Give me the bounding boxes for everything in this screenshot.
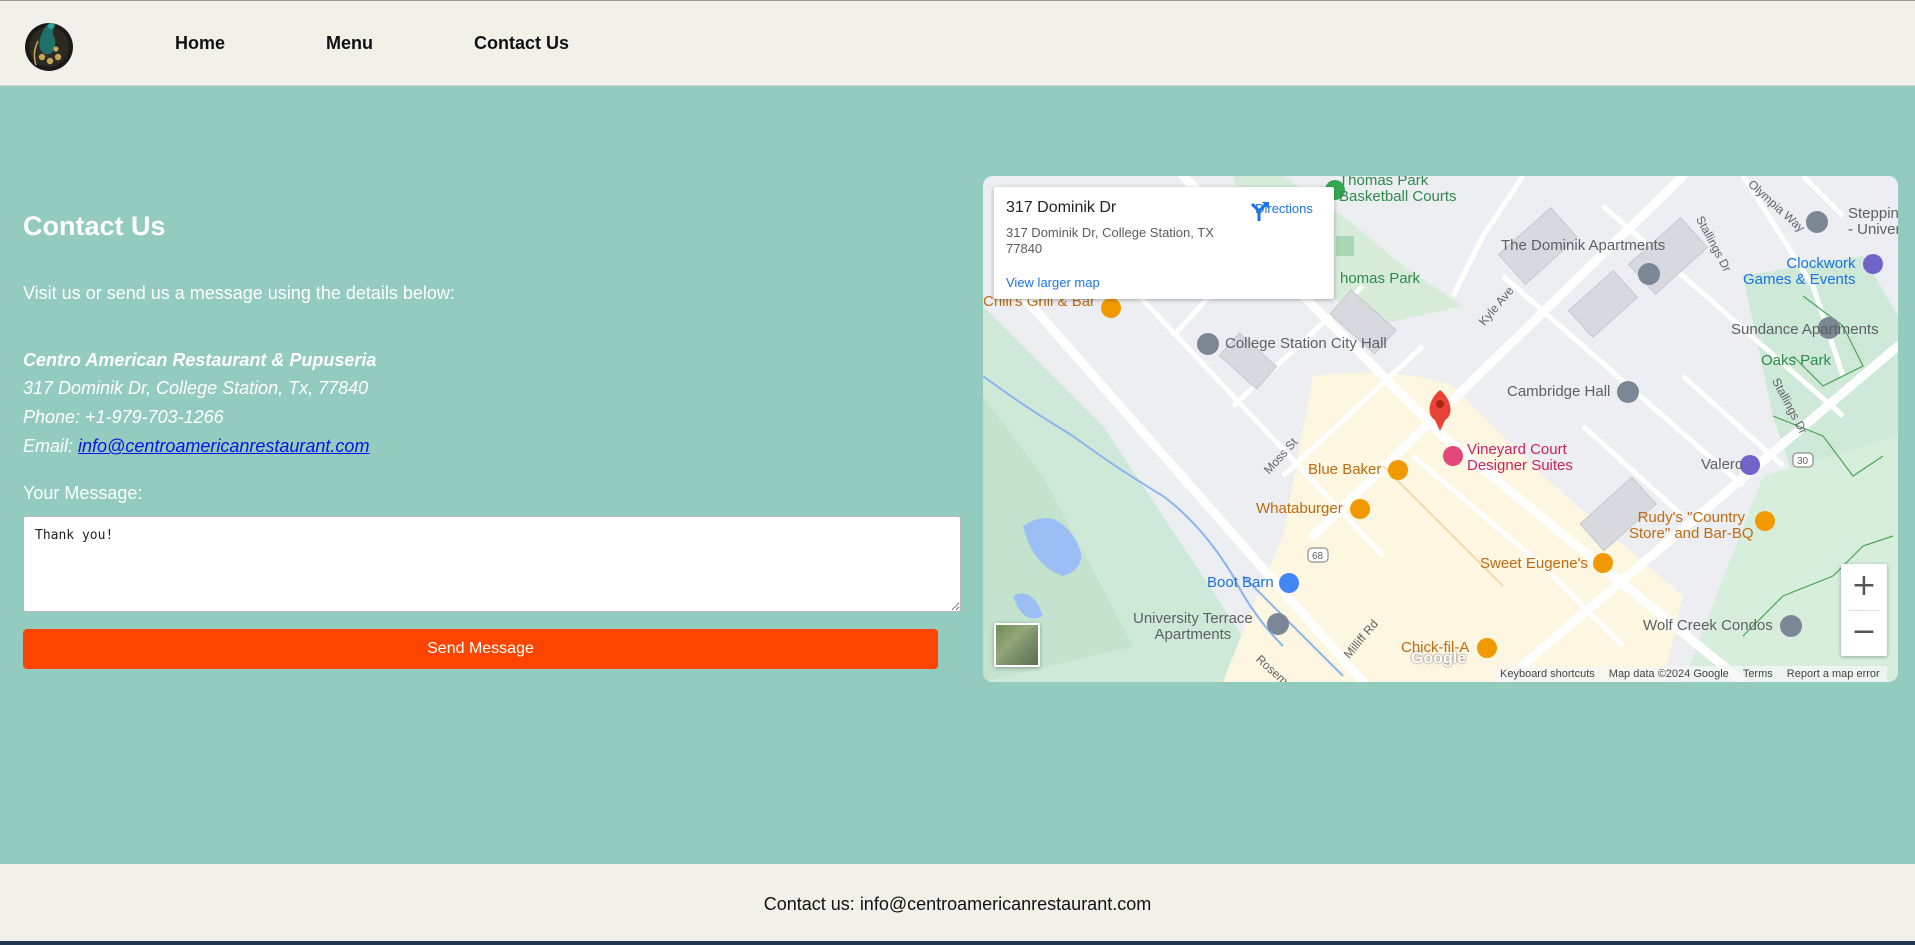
view-larger-map-link[interactable]: View larger map [1006,275,1100,290]
map-label-clockwork[interactable]: Clockwork Games & Events [1743,256,1856,288]
restaurant-address: 317 Dominik Dr, College Station, Tx, 778… [23,378,369,398]
restaurant-name: Centro American Restaurant & Pupuseria [23,350,377,370]
map-label-valero[interactable]: Valero [1701,457,1743,473]
keyboard-shortcuts-link[interactable]: Keyboard shortcuts [1493,668,1602,680]
satellite-layer-button[interactable] [994,623,1040,667]
map-label-wolf-creek[interactable]: Wolf Creek Condos [1643,618,1773,634]
place-name: Thomas Park Basketball Courts [1339,176,1457,205]
map-card-title: 317 Dominik Dr [1006,199,1117,216]
route-shield-30: 30 [1797,456,1809,467]
google-logo: Google [1411,650,1467,667]
map-label-vineyard-court[interactable]: Vineyard Court Designer Suites [1467,442,1573,474]
map-label-sweet-eugenes[interactable]: Sweet Eugene's [1480,556,1588,572]
map-label-blue-baker[interactable]: Blue Baker [1308,462,1381,478]
terms-link[interactable]: Terms [1736,668,1780,680]
peacock-logo-icon[interactable] [22,13,76,75]
email-link[interactable]: info@centroamericanrestaurant.com [78,436,369,456]
footer-contact-text: Contact us: info@centroamericanrestauran… [763,894,1152,914]
map-label-rudys[interactable]: Rudy's "Country Store" and Bar-BQ [1629,510,1754,542]
map-label-city-hall[interactable]: College Station City Hall [1225,336,1387,352]
footer: Contact us: info@centroamericanrestauran… [0,864,1915,945]
route-shield-68: 68 [1312,551,1324,562]
directions-button[interactable]: Directions [1246,199,1322,221]
map-label-dominik-apartments[interactable]: The Dominik Apartments [1501,238,1665,254]
zoom-in-button[interactable]: + [1841,564,1887,610]
email-prefix: Email: [23,436,74,456]
map-label-oaks-park[interactable]: Oaks Park [1761,353,1831,369]
map-zoom-controls: + − [1841,564,1887,656]
map-label-homas-park[interactable]: homas Park [1340,271,1420,287]
nav-home-link[interactable]: Home [175,33,225,54]
map-info-card: 317 Dominik Dr 317 Dominik Dr, College S… [994,187,1334,299]
map-label-steppin[interactable]: Steppin - Univer [1848,206,1898,238]
map-label-cambridge-hall[interactable]: Cambridge Hall [1507,384,1610,400]
restaurant-email: Email: info@centroamericanrestaurant.com [23,436,369,457]
google-map-embed[interactable]: Thomas Park Basketball Courts The Domini… [983,176,1898,682]
zoom-out-button[interactable]: − [1841,610,1887,656]
map-label-sundance[interactable]: Sundance Apartments [1731,322,1879,338]
map-label-boot-barn[interactable]: Boot Barn [1207,575,1274,591]
nav-menu-link[interactable]: Menu [326,33,373,54]
map-label-university-terrace[interactable]: University Terrace Apartments [1133,611,1253,643]
message-label: Your Message: [23,483,143,503]
contact-section: Contact Us Visit us or send us a message… [0,86,1915,864]
map-card-address: 317 Dominik Dr, College Station, TX 7784… [1006,225,1214,256]
report-map-error-link[interactable]: Report a map error [1780,668,1887,680]
directions-icon [1250,202,1269,221]
top-navbar: Home Menu Contact Us [0,0,1915,86]
restaurant-phone: Phone: +1-979-703-1266 [23,407,224,427]
map-attribution: Keyboard shortcuts Map data ©2024 Google T… [1493,666,1887,682]
map-label-whataburger[interactable]: Whataburger [1256,501,1343,517]
send-message-button[interactable]: Send Message [23,629,938,669]
map-data-text: Map data ©2024 Google [1608,668,1729,680]
map-label-thomas-park-courts[interactable]: Thomas Park Basketball Courts [1339,176,1457,205]
page-title: Contact Us [23,211,166,241]
message-textarea[interactable]: Thank you! [23,516,961,612]
contact-intro-text: Visit us or send us a message using the … [23,283,455,303]
nav-contact-link[interactable]: Contact Us [474,33,569,54]
bottom-edge-strip [0,941,1915,945]
